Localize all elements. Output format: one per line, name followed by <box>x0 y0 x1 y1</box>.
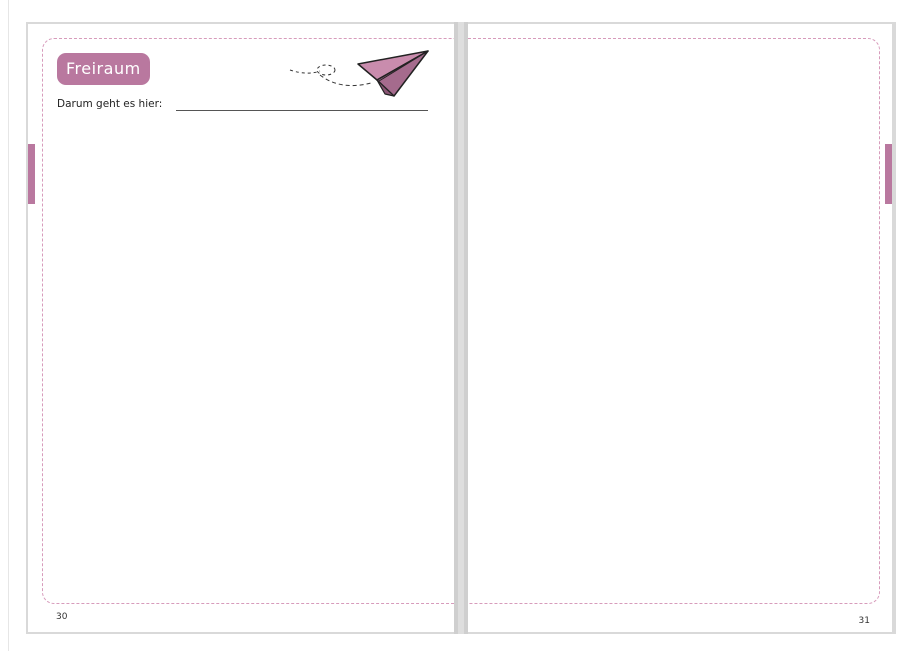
page-right: 31 <box>468 24 892 632</box>
chapter-tab-marker-right <box>885 144 892 204</box>
dashed-frame-right <box>468 38 880 604</box>
page-left: Freiraum Darum geht es hier: 30 <box>28 24 454 632</box>
page-spread: Freiraum Darum geht es hier: 30 31 <box>26 22 896 634</box>
answer-line[interactable] <box>176 110 428 111</box>
page-title: Freiraum <box>57 53 150 85</box>
document-viewer: Freiraum Darum geht es hier: 30 31 <box>0 0 899 651</box>
page-number-right: 31 <box>858 616 870 626</box>
prompt-label: Darum geht es hier: <box>57 98 163 110</box>
paper-plane-icon <box>289 50 429 97</box>
dashed-frame-left <box>42 38 454 604</box>
viewer-left-divider <box>8 0 9 651</box>
book-gutter <box>454 22 468 634</box>
page-number-left: 30 <box>56 612 68 622</box>
chapter-tab-marker-left <box>28 144 35 204</box>
